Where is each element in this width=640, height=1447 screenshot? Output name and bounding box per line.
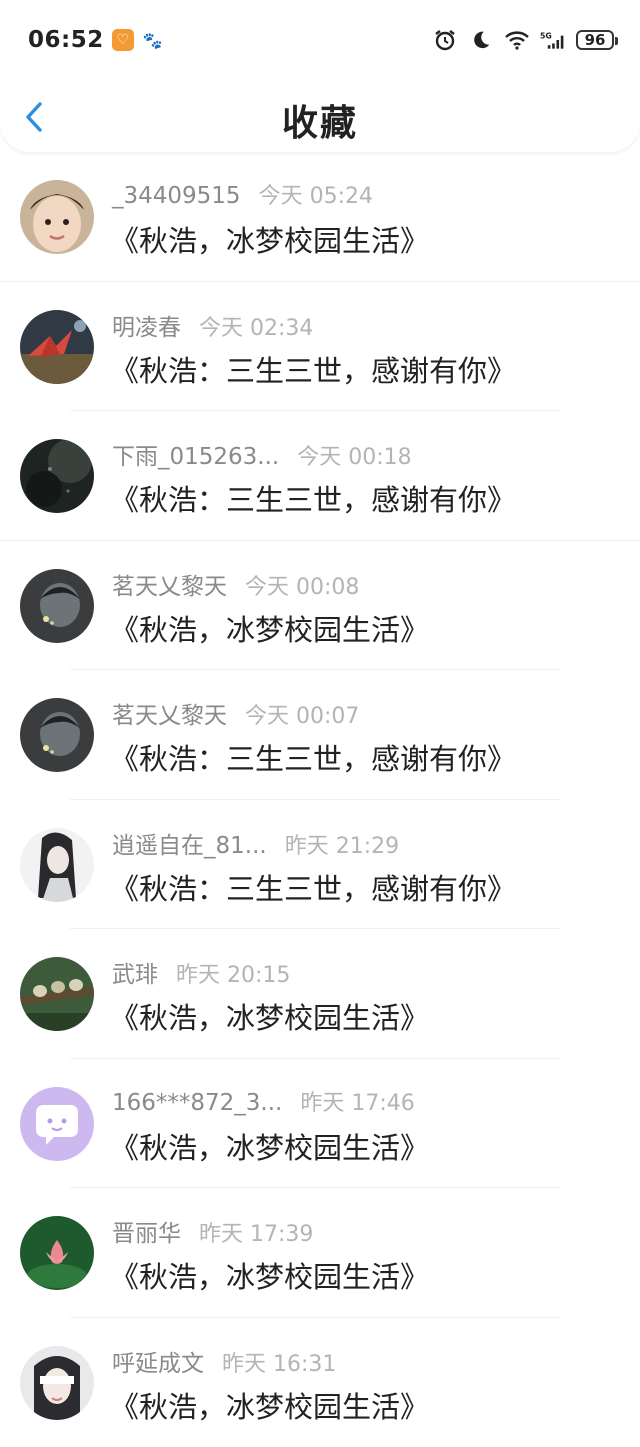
item-time: 今天 02:34	[199, 310, 313, 342]
list-item[interactable]: 下雨_015263... 今天 00:18 《秋浩：三生三世，感谢有你》	[0, 411, 640, 541]
item-time: 昨天 20:15	[176, 957, 290, 989]
item-time: 今天 00:08	[245, 569, 359, 601]
avatar[interactable]	[20, 828, 94, 902]
nav-header: 收藏	[0, 80, 640, 152]
item-title: 《秋浩：三生三世，感谢有你》	[110, 477, 516, 519]
user-name: 茗天乂黎天	[112, 567, 227, 601]
app-notification-icon: ♡	[112, 29, 134, 51]
item-meta: 166***872_3... 昨天 17:46	[112, 1085, 415, 1117]
item-meta: _34409515 今天 05:24	[112, 178, 373, 210]
item-meta: 明凌春 今天 02:34	[112, 308, 313, 342]
item-time: 今天 05:24	[259, 178, 373, 210]
page-title: 收藏	[0, 94, 640, 146]
list-item[interactable]: 166***872_3... 昨天 17:46 《秋浩，冰梦校园生活》	[0, 1059, 640, 1189]
item-title: 《秋浩，冰梦校园生活》	[110, 607, 429, 649]
item-title: 《秋浩，冰梦校园生活》	[110, 1254, 429, 1296]
user-name: 明凌春	[112, 308, 181, 342]
list-item[interactable]: 晋丽华 昨天 17:39 《秋浩，冰梦校园生活》	[0, 1188, 640, 1318]
avatar[interactable]	[20, 569, 94, 643]
item-title: 《秋浩，冰梦校园生活》	[110, 1125, 429, 1167]
item-time: 昨天 21:29	[285, 828, 399, 860]
alarm-icon	[432, 27, 458, 53]
user-name: 下雨_015263...	[112, 437, 279, 471]
user-name: 166***872_3...	[112, 1090, 282, 1116]
avatar[interactable]	[20, 698, 94, 772]
user-name: 呼延成文	[112, 1344, 204, 1378]
item-meta: 逍遥自在_81... 昨天 21:29	[112, 826, 399, 860]
battery-indicator: 96	[576, 30, 614, 50]
baidu-notification-icon: 🐾	[142, 29, 164, 51]
avatar[interactable]	[20, 439, 94, 513]
list-item[interactable]: 呼延成文 昨天 16:31 《秋浩，冰梦校园生活》	[0, 1318, 640, 1447]
avatar[interactable]	[20, 180, 94, 254]
avatar[interactable]	[20, 310, 94, 384]
favorites-list: _34409515 今天 05:24 《秋浩，冰梦校园生活》 明凌春 今天 02…	[0, 152, 640, 1447]
user-name: 逍遥自在_81...	[112, 826, 267, 860]
item-meta: 晋丽华 昨天 17:39	[112, 1214, 313, 1248]
svg-text:5G: 5G	[540, 31, 552, 40]
item-time: 今天 00:07	[245, 698, 359, 730]
user-name: 武琲	[112, 955, 158, 989]
avatar[interactable]	[20, 957, 94, 1031]
item-title: 《秋浩，冰梦校园生活》	[110, 995, 429, 1037]
item-time: 昨天 17:46	[300, 1085, 414, 1117]
list-item[interactable]: 明凌春 今天 02:34 《秋浩：三生三世，感谢有你》	[0, 282, 640, 412]
item-title: 《秋浩，冰梦校园生活》	[110, 1384, 429, 1426]
item-meta: 茗天乂黎天 今天 00:08	[112, 567, 359, 601]
avatar[interactable]	[20, 1087, 94, 1161]
item-time: 今天 00:18	[297, 439, 411, 471]
item-title: 《秋浩，冰梦校园生活》	[110, 218, 429, 260]
wifi-icon	[504, 27, 530, 53]
item-title: 《秋浩：三生三世，感谢有你》	[110, 348, 516, 390]
item-time: 昨天 17:39	[199, 1216, 313, 1248]
list-item[interactable]: 茗天乂黎天 今天 00:08 《秋浩，冰梦校园生活》	[0, 541, 640, 671]
list-item[interactable]: _34409515 今天 05:24 《秋浩，冰梦校园生活》	[0, 152, 640, 282]
list-item[interactable]: 逍遥自在_81... 昨天 21:29 《秋浩：三生三世，感谢有你》	[0, 800, 640, 930]
avatar[interactable]	[20, 1346, 94, 1420]
user-name: 茗天乂黎天	[112, 696, 227, 730]
moon-icon	[468, 27, 494, 53]
status-time: 06:52	[28, 27, 104, 53]
signal-icon: 5G	[540, 27, 566, 53]
avatar[interactable]	[20, 1216, 94, 1290]
user-name: 晋丽华	[112, 1214, 181, 1248]
item-meta: 下雨_015263... 今天 00:18	[112, 437, 412, 471]
item-meta: 呼延成文 昨天 16:31	[112, 1344, 336, 1378]
list-item[interactable]: 武琲 昨天 20:15 《秋浩，冰梦校园生活》	[0, 929, 640, 1059]
user-name: _34409515	[112, 183, 241, 209]
item-title: 《秋浩：三生三世，感谢有你》	[110, 866, 516, 908]
item-meta: 武琲 昨天 20:15	[112, 955, 290, 989]
status-right: 5G 96	[432, 27, 614, 53]
list-item[interactable]: 茗天乂黎天 今天 00:07 《秋浩：三生三世，感谢有你》	[0, 670, 640, 800]
status-left: 06:52 ♡ 🐾	[28, 27, 164, 53]
item-title: 《秋浩：三生三世，感谢有你》	[110, 736, 516, 778]
item-meta: 茗天乂黎天 今天 00:07	[112, 696, 359, 730]
status-bar: 06:52 ♡ 🐾 5G 96	[0, 0, 640, 80]
item-time: 昨天 16:31	[222, 1346, 336, 1378]
